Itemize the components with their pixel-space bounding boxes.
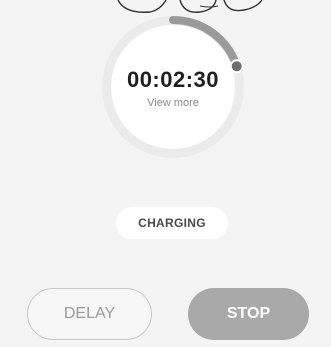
charging-screen: 00:02:30 View more CHARGING DELAY STOP xyxy=(0,0,331,347)
delay-button[interactable]: DELAY xyxy=(27,288,152,340)
status-badge: CHARGING xyxy=(116,207,228,239)
stop-button[interactable]: STOP xyxy=(188,288,309,340)
view-more-link[interactable]: View more xyxy=(147,97,199,109)
charging-progress-dial: 00:02:30 View more xyxy=(98,12,248,162)
elapsed-time: 00:02:30 xyxy=(126,67,220,92)
